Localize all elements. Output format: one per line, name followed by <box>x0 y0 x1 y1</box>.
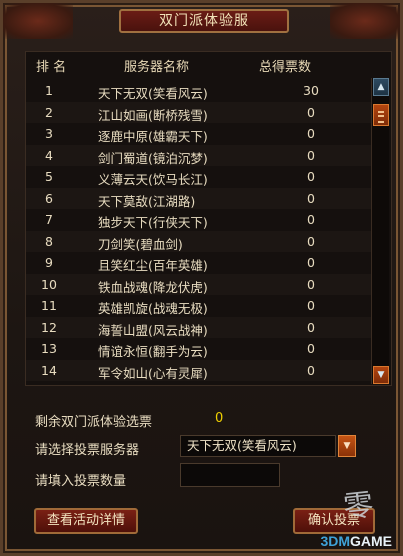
view-event-details-button[interactable]: 查看活动详情 <box>34 508 138 534</box>
row-rank: 9 <box>45 255 53 270</box>
row-rank: 8 <box>45 233 53 249</box>
header-server-name: 服务器名称 <box>124 60 190 75</box>
row-rank: 4 <box>45 147 53 163</box>
list-rows: 1 天下无双(笑看风云) 30 2 江山如画(断桥残雪) 0 3 逐鹿中原(雄霸天下) 0 … <box>26 80 371 381</box>
row-server: 铁血战魂(降龙伏虎) <box>98 279 208 295</box>
row-votes: 0 <box>307 104 315 120</box>
row-rank: 10 <box>41 276 57 292</box>
table-row[interactable]: 13 情谊永恒(翻手为云) 0 <box>26 338 371 360</box>
row-votes: 0 <box>307 255 315 270</box>
row-rank: 2 <box>45 104 53 120</box>
scroll-up-button[interactable]: ▲ <box>373 78 389 96</box>
row-rank: 1 <box>45 83 53 98</box>
table-row[interactable]: 6 天下莫敌(江湖路) 0 <box>26 187 371 209</box>
row-rank: 13 <box>41 341 57 356</box>
row-server: 独步天下(行侠天下) <box>98 215 208 230</box>
row-votes: 0 <box>307 212 315 227</box>
vote-server-label: 请选择投票服务器 <box>35 443 140 458</box>
row-votes: 0 <box>307 190 315 206</box>
row-server: 天下无双(笑看风云) <box>98 86 208 101</box>
row-server: 且笑红尘(百年英雄) <box>98 258 208 273</box>
table-row[interactable]: 9 且笑红尘(百年英雄) 0 <box>26 252 371 274</box>
row-server: 江山如画(断桥残雪) <box>98 107 208 123</box>
header-total-votes: 总得票数 <box>259 60 312 75</box>
site-watermark: 3DMGAME <box>320 533 392 549</box>
dialog-frame: 双门派体验服 排 名 服务器名称 总得票数 1 天下无双(笑看风云) 30 2 江山如… <box>0 0 403 556</box>
row-votes: 0 <box>307 362 315 378</box>
vote-server-select[interactable]: 天下无双(笑看风云) <box>180 435 336 457</box>
watermark-prefix: 3DM <box>320 533 350 549</box>
row-rank: 12 <box>41 319 57 335</box>
row-server: 情谊永恒(翻手为云) <box>98 344 208 359</box>
table-row[interactable]: 4 剑门蜀道(镜泊沉梦) 0 <box>26 144 371 166</box>
triangle-up-icon: ▲ <box>377 82 385 92</box>
table-row[interactable]: 11 英雄凯旋(战魂无极) 0 <box>26 295 371 317</box>
row-votes: 0 <box>307 341 315 356</box>
table-row[interactable]: 7 独步天下(行侠天下) 0 <box>26 209 371 231</box>
server-ranking-list: 排 名 服务器名称 总得票数 1 天下无双(笑看风云) 30 2 江山如画(断桥残雪)… <box>25 51 392 386</box>
row-rank: 5 <box>45 169 53 184</box>
dialog-title: 双门派体验服 <box>119 9 289 33</box>
row-votes: 0 <box>307 233 315 249</box>
corner-ornament-left <box>3 3 73 39</box>
row-server: 逐鹿中原(雄霸天下) <box>98 129 208 144</box>
row-votes: 0 <box>307 169 315 184</box>
row-rank: 3 <box>45 126 53 141</box>
row-server: 军令如山(心有灵犀) <box>98 365 208 381</box>
triangle-down-icon: ▼ <box>377 370 385 380</box>
watermark-suffix: GAME <box>350 533 392 549</box>
row-votes: 0 <box>307 126 315 141</box>
vote-server-dropdown-button[interactable]: ▼ <box>338 435 356 457</box>
table-row[interactable]: 12 海誓山盟(风云战神) 0 <box>26 316 371 338</box>
row-votes: 30 <box>303 83 319 98</box>
scroll-thumb[interactable] <box>373 104 389 126</box>
row-rank: 7 <box>45 212 53 227</box>
table-row[interactable]: 8 刀剑笑(碧血剑) 0 <box>26 230 371 252</box>
row-rank: 14 <box>41 362 57 378</box>
remaining-votes-label: 剩余双门派体验选票 <box>35 415 153 430</box>
header-rank: 排 名 <box>36 60 67 75</box>
table-row[interactable]: 5 义薄云天(饮马长江) 0 <box>26 166 371 188</box>
list-header: 排 名 服务器名称 总得票数 <box>26 52 371 76</box>
row-server: 剑门蜀道(镜泊沉梦) <box>98 150 208 166</box>
row-votes: 0 <box>307 147 315 163</box>
corner-ornament-right <box>330 3 400 39</box>
vote-count-input[interactable] <box>180 463 280 487</box>
vote-count-label: 请填入投票数量 <box>35 474 127 489</box>
row-server: 海誓山盟(风云战神) <box>98 322 208 338</box>
row-votes: 0 <box>307 276 315 292</box>
row-server: 天下莫敌(江湖路) <box>98 193 196 209</box>
table-row[interactable]: 2 江山如画(断桥残雪) 0 <box>26 101 371 123</box>
table-row[interactable]: 3 逐鹿中原(雄霸天下) 0 <box>26 123 371 145</box>
row-votes: 0 <box>307 319 315 335</box>
row-server: 义薄云天(饮马长江) <box>98 172 208 187</box>
row-rank: 6 <box>45 190 53 206</box>
table-row[interactable]: 14 军令如山(心有灵犀) 0 <box>26 359 371 381</box>
game-logo: 零 <box>341 487 376 526</box>
table-row[interactable]: 10 铁血战魂(降龙伏虎) 0 <box>26 273 371 295</box>
row-server: 刀剑笑(碧血剑) <box>98 236 183 252</box>
row-votes: 0 <box>307 298 315 313</box>
remaining-votes-value: 0 <box>215 411 224 426</box>
chevron-down-icon: ▼ <box>343 441 351 451</box>
scroll-down-button[interactable]: ▼ <box>373 366 389 384</box>
table-row[interactable]: 1 天下无双(笑看风云) 30 <box>26 80 371 102</box>
row-server: 英雄凯旋(战魂无极) <box>98 301 208 316</box>
row-rank: 11 <box>41 298 57 313</box>
list-scrollbar[interactable]: ▲ ▼ <box>371 78 389 384</box>
